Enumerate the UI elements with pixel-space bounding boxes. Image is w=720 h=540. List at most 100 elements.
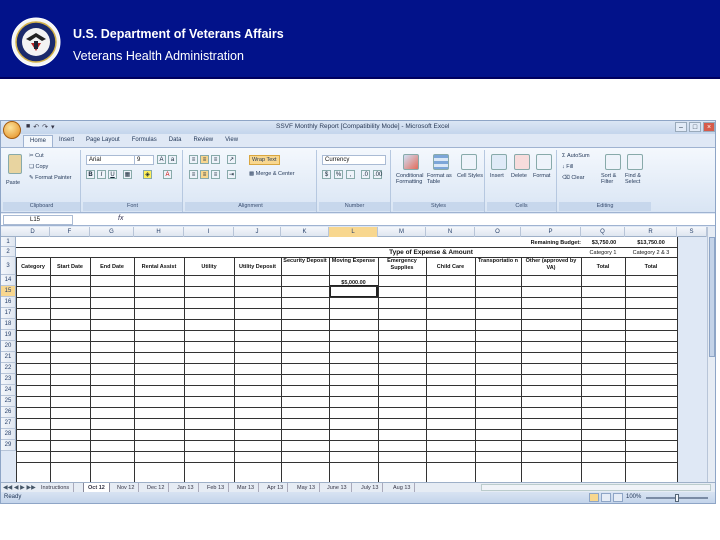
fill-button[interactable]: ↓ Fill [562, 164, 573, 170]
font-color-icon[interactable]: A [163, 170, 172, 179]
tab-insert[interactable]: Insert [53, 135, 80, 147]
align-right-icon[interactable]: ≡ [211, 170, 220, 179]
align-center-icon[interactable]: ≡ [200, 170, 209, 179]
row-header-25[interactable]: 25 [1, 396, 16, 407]
column-header-i[interactable]: I [184, 227, 234, 237]
insert-cells-icon[interactable] [491, 154, 507, 170]
worksheet-grid[interactable]: Remaining Budget: $3,750.00 $13,750.00 C… [16, 237, 678, 482]
dropdown-icon[interactable]: ▾ [51, 123, 55, 131]
format-table-button[interactable]: Format as Table [427, 173, 455, 185]
align-top-icon[interactable]: ≡ [189, 155, 198, 164]
row-header-20[interactable]: 20 [1, 341, 16, 352]
tab-formulas[interactable]: Formulas [126, 135, 163, 147]
page-break-view-icon[interactable] [613, 493, 623, 502]
column-header-s[interactable]: S [677, 227, 707, 237]
tab-page-layout[interactable]: Page Layout [80, 135, 126, 147]
borders-icon[interactable]: ▦ [123, 170, 132, 179]
format-painter-button[interactable]: ✎ Format Painter [29, 175, 72, 181]
number-format-select[interactable]: Currency [322, 155, 386, 165]
column-header-g[interactable]: G [90, 227, 134, 237]
cell-styles-icon[interactable] [461, 154, 477, 170]
font-size-select[interactable]: 9 [134, 155, 154, 165]
shrink-font-icon[interactable]: a [168, 155, 177, 164]
column-header-f[interactable]: F [50, 227, 90, 237]
format-table-icon[interactable] [433, 154, 449, 170]
tab-review[interactable]: Review [187, 135, 219, 147]
page-layout-view-icon[interactable] [601, 493, 611, 502]
orientation-icon[interactable]: ↗ [227, 155, 236, 164]
align-middle-icon[interactable]: ≡ [200, 155, 209, 164]
column-header-d[interactable]: D [16, 227, 50, 237]
close-icon[interactable]: × [703, 122, 715, 132]
copy-button[interactable]: ❏ Copy [29, 164, 48, 170]
increase-decimal-icon[interactable]: .0 [361, 170, 370, 179]
paste-icon[interactable] [8, 154, 22, 174]
conditional-formatting-button[interactable]: Conditional Formatting [396, 173, 426, 185]
italic-icon[interactable]: I [97, 170, 106, 179]
format-cells-icon[interactable] [536, 154, 552, 170]
align-bottom-icon[interactable]: ≡ [211, 155, 220, 164]
grow-font-icon[interactable]: A [157, 155, 166, 164]
row-header-19[interactable]: 19 [1, 330, 16, 341]
name-box[interactable]: L15 [3, 215, 73, 225]
merge-center-button[interactable]: ▩ Merge & Center [249, 171, 295, 177]
save-icon[interactable]: ■ [26, 123, 30, 131]
row-header-23[interactable]: 23 [1, 374, 16, 385]
sort-filter-button[interactable]: Sort & Filter [601, 173, 623, 185]
row-header-2[interactable]: 2 [1, 247, 16, 257]
redo-icon[interactable]: ↷ [42, 123, 48, 131]
column-header-j[interactable]: J [234, 227, 281, 237]
column-header-p[interactable]: P [521, 227, 581, 237]
column-header-o[interactable]: O [475, 227, 521, 237]
wrap-text-button[interactable]: Wrap Text [249, 155, 280, 165]
row-header-15[interactable]: 15 [1, 286, 16, 297]
comma-icon[interactable]: , [346, 170, 355, 179]
row-header-28[interactable]: 28 [1, 429, 16, 440]
cell-styles-button[interactable]: Cell Styles [457, 173, 483, 179]
decrease-decimal-icon[interactable]: .00 [373, 170, 382, 179]
row-header-26[interactable]: 26 [1, 407, 16, 418]
font-name-select[interactable]: Arial [86, 155, 138, 165]
office-button[interactable] [3, 121, 21, 139]
row-header-24[interactable]: 24 [1, 385, 16, 396]
cut-button[interactable]: ✂ Cut [29, 153, 44, 159]
column-header-r[interactable]: R [625, 227, 677, 237]
zoom-slider-knob[interactable] [675, 494, 679, 502]
delete-cells-button[interactable]: Delete [511, 173, 527, 179]
paste-button[interactable]: Paste [6, 180, 20, 186]
column-header-m[interactable]: M [378, 227, 426, 237]
row-header-14[interactable]: 14 [1, 275, 16, 286]
row-header-27[interactable]: 27 [1, 418, 16, 429]
row-header-18[interactable]: 18 [1, 319, 16, 330]
tab-view[interactable]: View [219, 135, 244, 147]
row-header-17[interactable]: 17 [1, 308, 16, 319]
column-header-k[interactable]: K [281, 227, 329, 237]
scrollbar-thumb[interactable] [709, 237, 715, 357]
insert-cells-button[interactable]: Insert [490, 173, 504, 179]
column-header-h[interactable]: H [134, 227, 184, 237]
bold-icon[interactable]: B [86, 170, 95, 179]
row-header-21[interactable]: 21 [1, 352, 16, 363]
conditional-formatting-icon[interactable] [403, 154, 419, 170]
indent-icon[interactable]: ⇥ [227, 170, 236, 179]
row-header-3[interactable]: 3 [1, 257, 16, 275]
percent-icon[interactable]: % [334, 170, 343, 179]
maximize-icon[interactable]: □ [689, 122, 701, 132]
align-left-icon[interactable]: ≡ [189, 170, 198, 179]
row-header-16[interactable]: 16 [1, 297, 16, 308]
row-header-22[interactable]: 22 [1, 363, 16, 374]
tab-home[interactable]: Home [23, 135, 54, 147]
tab-data[interactable]: Data [163, 135, 188, 147]
zoom-level[interactable]: 100% [626, 494, 641, 500]
row-header-1[interactable]: 1 [1, 237, 16, 247]
format-cells-button[interactable]: Format [533, 173, 550, 179]
horizontal-scrollbar[interactable] [481, 484, 711, 491]
sort-filter-icon[interactable] [605, 154, 621, 170]
autosum-button[interactable]: Σ AutoSum [562, 153, 590, 159]
currency-icon[interactable]: $ [322, 170, 331, 179]
vertical-scrollbar[interactable] [707, 227, 715, 483]
find-select-button[interactable]: Find & Select [625, 173, 649, 185]
row-header-29[interactable]: 29 [1, 440, 16, 451]
fx-icon[interactable]: fx [118, 215, 123, 222]
sheet-nav-arrows[interactable]: ◀◀ ◀ ▶ ▶▶ [3, 484, 36, 491]
